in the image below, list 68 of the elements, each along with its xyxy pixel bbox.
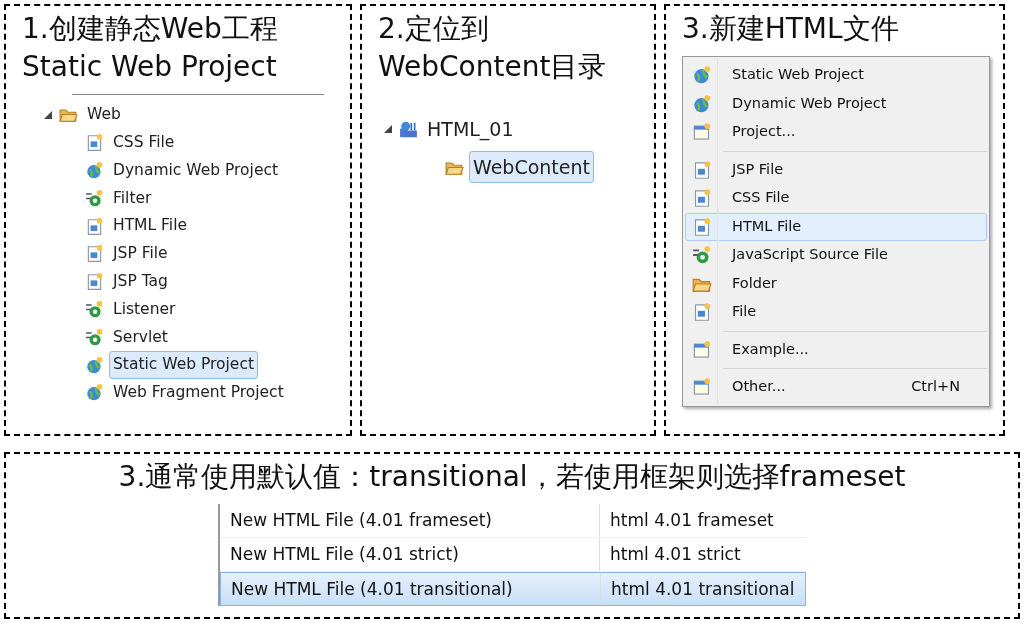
document-icon [85, 133, 104, 153]
tree-item[interactable]: Listener [109, 295, 180, 324]
caption: 3.新建HTML文件 [682, 11, 900, 47]
menu-item[interactable]: Dynamic Web Project [685, 89, 987, 118]
tree-item[interactable]: HTML_01 [423, 112, 518, 146]
caption: WebContent目录 [378, 49, 608, 85]
tree-item[interactable]: Web Fragment Project [109, 379, 288, 407]
menu-item[interactable]: Folder [685, 269, 987, 298]
tree-item[interactable]: JSP Tag [109, 268, 172, 296]
window-icon [692, 339, 712, 360]
tree-item[interactable]: HTML File [109, 212, 191, 240]
menu-item-label: HTML File [732, 216, 803, 236]
document-icon [692, 188, 712, 209]
table-row[interactable]: New HTML File (4.01 transitional) html 4.01 transitional [220, 572, 806, 606]
menu-item-label: File [732, 302, 758, 322]
menu-item[interactable]: Example... [685, 335, 987, 364]
window-icon [692, 122, 712, 143]
expanded-arrow-icon[interactable] [44, 110, 52, 119]
menu-item-label: Folder [732, 273, 778, 293]
menu-item[interactable]: Other... Ctrl+N [685, 373, 987, 402]
caption: 1.创建静态Web工程 [22, 11, 279, 47]
tree-item[interactable]: JSP File [109, 240, 172, 268]
table-row[interactable]: New HTML File (4.01 frameset) html 4.01 frameset [220, 504, 806, 538]
tree-item[interactable]: Static Web Project [109, 351, 258, 379]
document-icon [692, 159, 712, 180]
caption: Static Web Project [22, 49, 278, 85]
menu-item[interactable]: JSP File [685, 155, 987, 184]
document-icon [85, 272, 104, 292]
menu-item-label: Static Web Project [732, 65, 865, 85]
shortcut-label: Ctrl+N [911, 377, 960, 397]
window-icon [692, 377, 712, 398]
caption: 3.通常使用默认值：transitional，若使用框架则选择frameset [118, 459, 906, 495]
menu-item-label: JavaScript Source File [732, 245, 889, 265]
menu-item-label: Dynamic Web Project [732, 93, 888, 113]
document-icon [85, 244, 104, 264]
document-icon [692, 302, 712, 323]
menu-item[interactable]: File [685, 298, 987, 327]
menu-item[interactable]: JavaScript Source File [685, 241, 987, 270]
table-cell: New HTML File (4.01 frameset) [220, 504, 600, 537]
globe-icon [85, 383, 104, 403]
menu-item-label: Project... [732, 122, 797, 142]
tree-item[interactable]: Web [83, 101, 125, 129]
table-cell: New HTML File (4.01 transitional) [221, 573, 601, 605]
menu-item[interactable]: Project... [685, 118, 987, 147]
table-cell: New HTML File (4.01 strict) [220, 538, 600, 571]
menu-item[interactable]: Static Web Project [685, 61, 987, 90]
globe-icon [692, 65, 712, 86]
menu-item[interactable]: HTML File [685, 212, 987, 241]
expanded-arrow-icon[interactable] [384, 125, 392, 133]
menu-item-label: CSS File [732, 188, 791, 208]
tree-item[interactable]: Filter [109, 184, 156, 212]
tree-item[interactable]: CSS File [109, 129, 179, 157]
globe-icon [85, 355, 104, 375]
caption: 2.定位到 [378, 11, 490, 47]
menu-item-label: JSP File [732, 159, 785, 179]
globe-icon [692, 93, 712, 114]
menu-item-label: Example... [732, 339, 810, 359]
tree-item[interactable]: Dynamic Web Project [109, 156, 283, 185]
menu-item[interactable]: CSS File [685, 184, 987, 213]
table-cell-text: html 4.01 strict [609, 543, 742, 566]
globe-icon [85, 161, 104, 180]
table-cell-text: html 4.01 transitional [610, 578, 796, 601]
document-icon [85, 216, 104, 236]
tree-item[interactable]: WebContent [469, 150, 594, 184]
tree-item[interactable]: Servlet [109, 323, 172, 351]
document-icon [692, 216, 712, 237]
menu-item-label: Other... [732, 377, 787, 397]
table-cell-text: html 4.01 frameset [609, 509, 775, 532]
